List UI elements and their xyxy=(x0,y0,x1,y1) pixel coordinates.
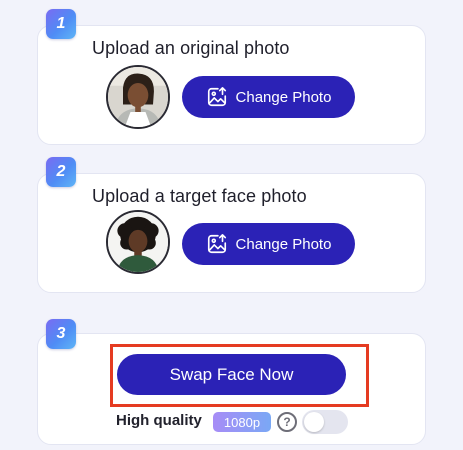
change-target-photo-button[interactable]: Change Photo xyxy=(182,223,355,265)
step-3-badge: 3 xyxy=(46,319,76,349)
image-upload-icon xyxy=(206,233,228,255)
target-face-image xyxy=(108,212,168,272)
step-2-title: Upload a target face photo xyxy=(92,186,307,206)
original-photo-thumbnail xyxy=(106,65,170,129)
step-1-badge: 1 xyxy=(46,9,76,39)
original-photo-image xyxy=(108,67,168,127)
swap-face-now-button[interactable]: Swap Face Now xyxy=(117,354,346,395)
question-circle-icon[interactable]: ? xyxy=(277,412,297,432)
change-photo-label: Change Photo xyxy=(235,88,332,106)
change-original-photo-button[interactable]: Change Photo xyxy=(182,76,355,118)
image-upload-icon xyxy=(206,86,228,108)
resolution-badge: 1080p xyxy=(213,412,271,432)
step-2-badge: 2 xyxy=(46,157,76,187)
step-1-title: Upload an original photo xyxy=(92,38,290,58)
toggle-knob xyxy=(304,412,324,432)
high-quality-label: High quality xyxy=(116,412,202,429)
change-photo-label: Change Photo xyxy=(235,235,332,253)
high-quality-toggle[interactable] xyxy=(302,410,348,434)
target-face-thumbnail xyxy=(106,210,170,274)
